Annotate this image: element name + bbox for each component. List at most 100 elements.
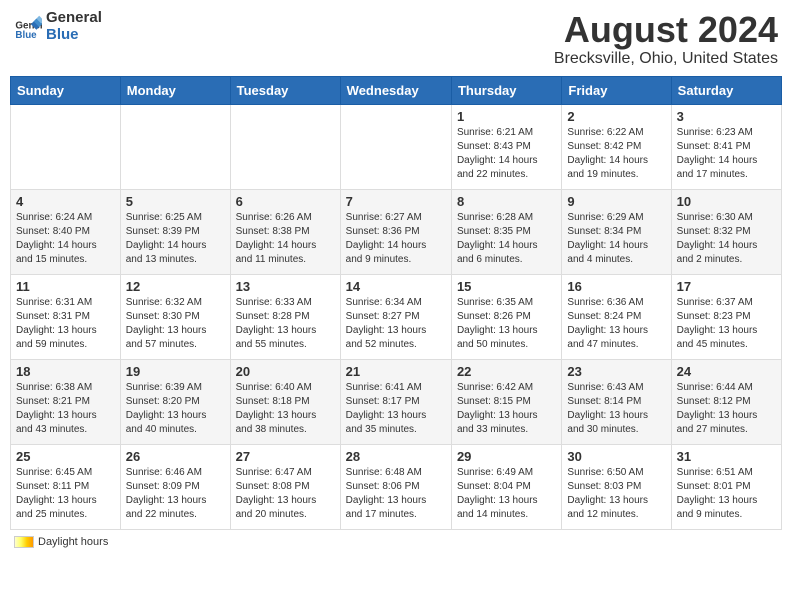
day-info: Sunrise: 6:37 AM Sunset: 8:23 PM Dayligh…	[677, 296, 776, 352]
day-number: 1	[457, 109, 556, 124]
calendar: SundayMondayTuesdayWednesdayThursdayFrid…	[10, 76, 782, 530]
day-info: Sunrise: 6:39 AM Sunset: 8:20 PM Dayligh…	[126, 381, 225, 437]
calendar-cell: 19 Sunrise: 6:39 AM Sunset: 8:20 PM Dayli…	[120, 359, 230, 444]
day-info: Sunrise: 6:51 AM Sunset: 8:01 PM Dayligh…	[677, 466, 776, 522]
calendar-cell: 26Sunrise: 6:46 AM Sunset: 8:09 PM Dayli…	[120, 444, 230, 529]
day-info: Sunrise: 6:40 AM Sunset: 8:18 PM Dayligh…	[236, 381, 335, 437]
calendar-cell: 10Sunrise: 6:30 AM Sunset: 8:32 PM Dayli…	[671, 189, 781, 274]
calendar-cell: 13Sunrise: 6:33 AM Sunset: 8:28 PM Dayli…	[230, 274, 340, 359]
legend-color	[14, 536, 34, 548]
day-number: 18	[16, 364, 115, 379]
day-info: Sunrise: 6:45 AM Sunset: 8:11 PM Dayligh…	[16, 466, 115, 522]
calendar-cell: 12 Sunrise: 6:32 AM Sunset: 8:30 PM Dayli…	[120, 274, 230, 359]
weekday-header-row: SundayMondayTuesdayWednesdayThursdayFrid…	[11, 76, 782, 104]
calendar-cell: 3 Sunrise: 6:23 AM Sunset: 8:41 PM Daylig…	[671, 104, 781, 189]
day-number: 20	[236, 364, 335, 379]
day-info: Sunrise: 6:36 AM Sunset: 8:24 PM Dayligh…	[567, 296, 665, 352]
day-number: 21	[346, 364, 446, 379]
day-number: 5	[126, 194, 225, 209]
calendar-cell: 21 Sunrise: 6:41 AM Sunset: 8:17 PM Dayli…	[340, 359, 451, 444]
calendar-cell: 14Sunrise: 6:34 AM Sunset: 8:27 PM Dayli…	[340, 274, 451, 359]
calendar-cell: 30Sunrise: 6:50 AM Sunset: 8:03 PM Dayli…	[562, 444, 671, 529]
day-info: Sunrise: 6:47 AM Sunset: 8:08 PM Dayligh…	[236, 466, 335, 522]
day-number: 16	[567, 279, 665, 294]
calendar-cell: 22 Sunrise: 6:42 AM Sunset: 8:15 PM Dayli…	[451, 359, 561, 444]
calendar-cell: 28Sunrise: 6:48 AM Sunset: 8:06 PM Dayli…	[340, 444, 451, 529]
day-info: Sunrise: 6:41 AM Sunset: 8:17 PM Dayligh…	[346, 381, 446, 437]
calendar-week-3: 11Sunrise: 6:31 AM Sunset: 8:31 PM Dayli…	[11, 274, 782, 359]
day-info: Sunrise: 6:26 AM Sunset: 8:38 PM Dayligh…	[236, 211, 335, 267]
day-number: 28	[346, 449, 446, 464]
day-info: Sunrise: 6:23 AM Sunset: 8:41 PM Dayligh…	[677, 126, 776, 182]
logo-general: General	[46, 10, 102, 27]
day-number: 25	[16, 449, 115, 464]
day-number: 2	[567, 109, 665, 124]
calendar-cell: 29Sunrise: 6:49 AM Sunset: 8:04 PM Dayli…	[451, 444, 561, 529]
calendar-cell: 6Sunrise: 6:26 AM Sunset: 8:38 PM Daylig…	[230, 189, 340, 274]
calendar-cell	[230, 104, 340, 189]
day-number: 7	[346, 194, 446, 209]
logo-icon: General Blue	[14, 13, 42, 41]
calendar-cell: 4 Sunrise: 6:24 AM Sunset: 8:40 PM Daylig…	[11, 189, 121, 274]
svg-text:Blue: Blue	[15, 30, 37, 41]
calendar-cell: 24 Sunrise: 6:44 AM Sunset: 8:12 PM Dayli…	[671, 359, 781, 444]
calendar-cell: 31 Sunrise: 6:51 AM Sunset: 8:01 PM Dayli…	[671, 444, 781, 529]
calendar-cell: 23Sunrise: 6:43 AM Sunset: 8:14 PM Dayli…	[562, 359, 671, 444]
day-number: 22	[457, 364, 556, 379]
weekday-header-monday: Monday	[120, 76, 230, 104]
main-title: August 2024	[554, 10, 778, 50]
day-info: Sunrise: 6:32 AM Sunset: 8:30 PM Dayligh…	[126, 296, 225, 352]
title-area: August 2024 Brecksville, Ohio, United St…	[554, 10, 778, 68]
calendar-cell: 20 Sunrise: 6:40 AM Sunset: 8:18 PM Dayli…	[230, 359, 340, 444]
day-info: Sunrise: 6:25 AM Sunset: 8:39 PM Dayligh…	[126, 211, 225, 267]
calendar-cell: 16 Sunrise: 6:36 AM Sunset: 8:24 PM Dayli…	[562, 274, 671, 359]
weekday-header-saturday: Saturday	[671, 76, 781, 104]
day-info: Sunrise: 6:35 AM Sunset: 8:26 PM Dayligh…	[457, 296, 556, 352]
day-info: Sunrise: 6:22 AM Sunset: 8:42 PM Dayligh…	[567, 126, 665, 182]
calendar-cell: 2 Sunrise: 6:22 AM Sunset: 8:42 PM Daylig…	[562, 104, 671, 189]
subtitle: Brecksville, Ohio, United States	[554, 50, 778, 68]
calendar-cell: 25 Sunrise: 6:45 AM Sunset: 8:11 PM Dayli…	[11, 444, 121, 529]
day-number: 15	[457, 279, 556, 294]
calendar-cell: 15 Sunrise: 6:35 AM Sunset: 8:26 PM Dayli…	[451, 274, 561, 359]
calendar-cell: 9 Sunrise: 6:29 AM Sunset: 8:34 PM Daylig…	[562, 189, 671, 274]
day-number: 30	[567, 449, 665, 464]
calendar-cell: 17Sunrise: 6:37 AM Sunset: 8:23 PM Dayli…	[671, 274, 781, 359]
day-number: 12	[126, 279, 225, 294]
weekday-header-sunday: Sunday	[11, 76, 121, 104]
day-number: 4	[16, 194, 115, 209]
day-info: Sunrise: 6:44 AM Sunset: 8:12 PM Dayligh…	[677, 381, 776, 437]
weekday-header-tuesday: Tuesday	[230, 76, 340, 104]
calendar-cell	[11, 104, 121, 189]
calendar-cell	[120, 104, 230, 189]
day-info: Sunrise: 6:27 AM Sunset: 8:36 PM Dayligh…	[346, 211, 446, 267]
day-number: 9	[567, 194, 665, 209]
calendar-week-2: 4 Sunrise: 6:24 AM Sunset: 8:40 PM Daylig…	[11, 189, 782, 274]
weekday-header-friday: Friday	[562, 76, 671, 104]
day-number: 24	[677, 364, 776, 379]
day-number: 13	[236, 279, 335, 294]
day-info: Sunrise: 6:49 AM Sunset: 8:04 PM Dayligh…	[457, 466, 556, 522]
day-info: Sunrise: 6:43 AM Sunset: 8:14 PM Dayligh…	[567, 381, 665, 437]
day-info: Sunrise: 6:28 AM Sunset: 8:35 PM Dayligh…	[457, 211, 556, 267]
logo: General Blue General Blue	[14, 10, 102, 43]
weekday-header-thursday: Thursday	[451, 76, 561, 104]
day-info: Sunrise: 6:24 AM Sunset: 8:40 PM Dayligh…	[16, 211, 115, 267]
calendar-cell: 1Sunrise: 6:21 AM Sunset: 8:43 PM Daylig…	[451, 104, 561, 189]
day-number: 31	[677, 449, 776, 464]
day-number: 14	[346, 279, 446, 294]
legend-box: Daylight hours	[14, 536, 108, 548]
day-number: 8	[457, 194, 556, 209]
day-info: Sunrise: 6:29 AM Sunset: 8:34 PM Dayligh…	[567, 211, 665, 267]
day-info: Sunrise: 6:42 AM Sunset: 8:15 PM Dayligh…	[457, 381, 556, 437]
day-number: 3	[677, 109, 776, 124]
calendar-week-1: 1Sunrise: 6:21 AM Sunset: 8:43 PM Daylig…	[11, 104, 782, 189]
calendar-cell: 7 Sunrise: 6:27 AM Sunset: 8:36 PM Daylig…	[340, 189, 451, 274]
calendar-cell: 18Sunrise: 6:38 AM Sunset: 8:21 PM Dayli…	[11, 359, 121, 444]
day-number: 19	[126, 364, 225, 379]
calendar-week-4: 18Sunrise: 6:38 AM Sunset: 8:21 PM Dayli…	[11, 359, 782, 444]
day-number: 27	[236, 449, 335, 464]
logo-blue: Blue	[46, 27, 102, 44]
weekday-header-wednesday: Wednesday	[340, 76, 451, 104]
calendar-cell	[340, 104, 451, 189]
